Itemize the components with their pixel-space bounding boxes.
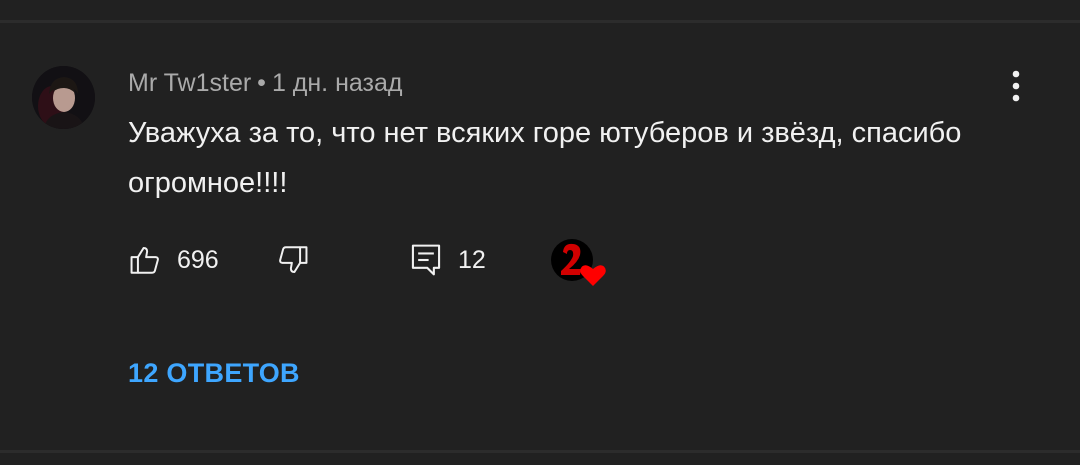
comment-timestamp[interactable]: 1 дн. назад xyxy=(272,69,403,97)
like-button[interactable]: 696 xyxy=(128,243,219,277)
thumbs-down-icon xyxy=(279,246,308,274)
dislike-button[interactable] xyxy=(276,243,310,277)
divider xyxy=(0,20,1080,23)
author-name[interactable]: Mr Tw1ster xyxy=(128,69,251,97)
comment-card: Mr Tw1ster • 1 дн. назад Уважуха за то, чт… xyxy=(0,0,1080,465)
comment-icon xyxy=(411,244,441,276)
thumbs-up-icon xyxy=(130,246,159,274)
avatar-image xyxy=(32,66,95,129)
like-count: 696 xyxy=(177,246,219,274)
comment-text: Уважуха за то, что нет всяких горе ютубе… xyxy=(128,117,962,199)
creator-heart-icon xyxy=(551,239,606,286)
avatar[interactable] xyxy=(32,66,95,129)
more-vertical-icon xyxy=(1012,70,1020,102)
reply-count: 12 xyxy=(458,246,486,274)
more-options-button[interactable] xyxy=(996,66,1036,106)
reply-button[interactable]: 12 xyxy=(410,243,486,277)
creator-heart-badge xyxy=(550,238,606,288)
meta-separator: • xyxy=(257,69,266,97)
comment-meta: Mr Tw1ster • 1 дн. назад xyxy=(128,66,402,100)
divider xyxy=(0,450,1080,453)
view-replies-button[interactable]: 12 ОТВЕТОВ xyxy=(128,355,300,391)
